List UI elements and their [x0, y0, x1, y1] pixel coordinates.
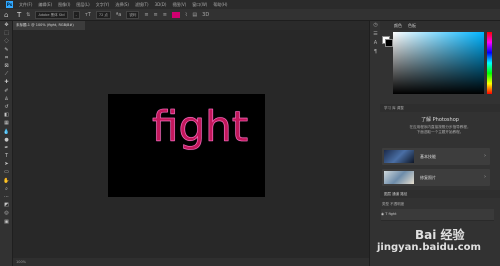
menu-filter[interactable]: 滤镜(T)	[135, 2, 149, 8]
zoom-level[interactable]: 100%	[16, 260, 26, 264]
font-size-icon: ᴛT	[84, 11, 91, 18]
document-canvas[interactable]: fight	[108, 94, 265, 197]
menu-window[interactable]: 窗口(W)	[192, 2, 207, 8]
menu-bar: Ps 文件(F) 编辑(E) 图像(I) 图层(L) 文字(Y) 选择(S) 滤…	[0, 0, 500, 9]
font-family-select[interactable]: Adobe 黑体 Std	[35, 10, 68, 19]
card-label: 修复照片	[420, 175, 436, 180]
menu-image[interactable]: 图像(I)	[58, 2, 70, 8]
tab-learn[interactable]: 学习	[384, 106, 391, 110]
layer-filter-select[interactable]: 类型	[382, 202, 389, 206]
learn-panel-tabs: 学习 库 调整	[380, 104, 500, 112]
history-brush-tool-icon[interactable]: ↺	[0, 103, 13, 111]
photoshop-logo: Ps	[6, 1, 13, 8]
status-bar: 100%	[13, 258, 369, 266]
canvas-text[interactable]: fight	[152, 102, 249, 152]
path-select-tool-icon[interactable]: ➤	[0, 160, 13, 168]
menu-3d[interactable]: 3D(D)	[155, 2, 167, 7]
dodge-tool-icon[interactable]: ●	[0, 136, 13, 144]
menu-layer[interactable]: 图层(L)	[76, 2, 89, 8]
stamp-tool-icon[interactable]: ♙	[0, 95, 13, 103]
home-icon[interactable]: ⌂	[4, 11, 12, 19]
fg-bg-swatches[interactable]	[382, 36, 393, 47]
more-tools-icon[interactable]: ⋯	[0, 193, 13, 201]
background-color[interactable]	[385, 39, 393, 47]
shape-tool-icon[interactable]: ▭	[0, 168, 13, 176]
tools-panel: ✥ ⬚ ◌ ✎ ⌗ ⊠ ⟋ ✚ ✐ ♙ ↺ ◧ ▦ 💧 ● ✒ T ➤ ▭ ✋ …	[0, 21, 13, 266]
eyedropper-tool-icon[interactable]: ⟋	[0, 70, 13, 78]
card-label: 基本技能	[420, 154, 436, 159]
marquee-tool-icon[interactable]: ⬚	[0, 29, 13, 37]
learn-card-photo-fix[interactable]: 修复照片 ›	[382, 169, 490, 186]
crop-tool-icon[interactable]: ⌗	[0, 54, 13, 62]
color-panel-tabs: 颜色 色板	[380, 21, 500, 30]
document-tabs: 未标题-1 @ 100% (fight, RGB/8#)	[13, 21, 369, 30]
eye-icon[interactable]: ◉	[381, 212, 384, 216]
tab-adjustments[interactable]: 调整	[397, 106, 404, 110]
lasso-tool-icon[interactable]: ◌	[0, 37, 13, 45]
tab-paths[interactable]: 路径	[400, 192, 407, 196]
learn-card-basics[interactable]: 基本技能 ›	[382, 148, 490, 165]
healing-tool-icon[interactable]: ✚	[0, 78, 13, 86]
color-swatches-icon[interactable]: ◩	[0, 201, 13, 209]
align-center-icon[interactable]: ≡	[154, 12, 158, 18]
text-layer-icon: T	[385, 212, 388, 216]
layer-name: fight	[388, 212, 397, 216]
menu-select[interactable]: 选择(S)	[115, 2, 129, 8]
3d-icon[interactable]: 3D	[202, 12, 209, 18]
options-bar: ⌂ T ⇅ Adobe 黑体 Std - ᴛT 72 点 ªa 锐利 ≡ ≡ ≡…	[0, 9, 500, 21]
layers-panel-tabs: 图层 通道 路径	[380, 190, 500, 198]
move-tool-icon[interactable]: ✥	[0, 21, 13, 29]
align-left-icon[interactable]: ≡	[144, 12, 148, 18]
type-tool-icon[interactable]: T	[0, 152, 13, 160]
chevron-right-icon: ›	[484, 153, 486, 159]
document-tab[interactable]: 未标题-1 @ 100% (fight, RGB/8#)	[13, 21, 85, 30]
gradient-tool-icon[interactable]: ▦	[0, 119, 13, 127]
layer-controls: 类型 不透明度	[382, 200, 498, 208]
tab-layers[interactable]: 图层	[384, 192, 391, 196]
layer-row[interactable]: ◉ T fight	[381, 209, 494, 221]
quick-mask-icon[interactable]: ◎	[0, 209, 13, 217]
antialias-icon: ªa	[115, 11, 122, 18]
font-style-select[interactable]: -	[72, 10, 80, 19]
tab-color[interactable]: 颜色	[394, 23, 402, 29]
character-panel-icon[interactable]: ▤	[192, 12, 197, 18]
quick-select-tool-icon[interactable]: ✎	[0, 46, 13, 54]
tab-libraries[interactable]: 库	[392, 106, 396, 110]
watermark-brand: Bai 经验	[415, 228, 465, 242]
blur-tool-icon[interactable]: 💧	[0, 127, 13, 135]
chevron-right-icon: ›	[484, 174, 486, 180]
text-color-swatch[interactable]	[171, 11, 180, 18]
watermark-url: jingyan.baidu.com	[377, 242, 481, 253]
color-picker-field[interactable]	[393, 32, 484, 94]
orientation-icon[interactable]: ⇅	[26, 12, 30, 18]
brush-tool-icon[interactable]: ✐	[0, 87, 13, 95]
menu-view[interactable]: 视图(V)	[172, 2, 186, 8]
type-tool-icon[interactable]: T	[17, 11, 21, 19]
menu-file[interactable]: 文件(F)	[19, 2, 32, 8]
tab-channels[interactable]: 通道	[392, 192, 399, 196]
learn-description: 在应用程序内直接按照分步指导教程， 下面选取一个主题开始教程。	[384, 125, 496, 135]
menu-help[interactable]: 帮助(H)	[213, 2, 227, 8]
opacity-label[interactable]: 不透明度	[390, 202, 404, 206]
pen-tool-icon[interactable]: ✒	[0, 144, 13, 152]
tab-swatches[interactable]: 色板	[408, 23, 416, 29]
screen-mode-icon[interactable]: ▣	[0, 218, 13, 226]
eraser-tool-icon[interactable]: ◧	[0, 111, 13, 119]
learn-desc-line-2: 下面选取一个主题开始教程。	[416, 130, 464, 134]
hand-tool-icon[interactable]: ✋	[0, 177, 13, 185]
menu-type[interactable]: 文字(Y)	[96, 2, 110, 8]
zoom-tool-icon[interactable]: ⌕	[0, 185, 13, 193]
menu-edit[interactable]: 编辑(E)	[38, 2, 52, 8]
hue-slider[interactable]	[487, 32, 492, 94]
antialias-select[interactable]: 锐利	[126, 10, 140, 19]
align-right-icon[interactable]: ≡	[163, 12, 167, 18]
learn-title: 了解 Photoshop	[421, 117, 459, 123]
warp-text-icon[interactable]: ⌇	[185, 12, 187, 18]
frame-tool-icon[interactable]: ⊠	[0, 62, 13, 70]
card-thumbnail	[384, 171, 414, 184]
card-thumbnail	[384, 150, 414, 163]
font-size-select[interactable]: 72 点	[95, 10, 111, 19]
watermark: Bai 经验 jingyan.baidu.com	[375, 222, 500, 266]
